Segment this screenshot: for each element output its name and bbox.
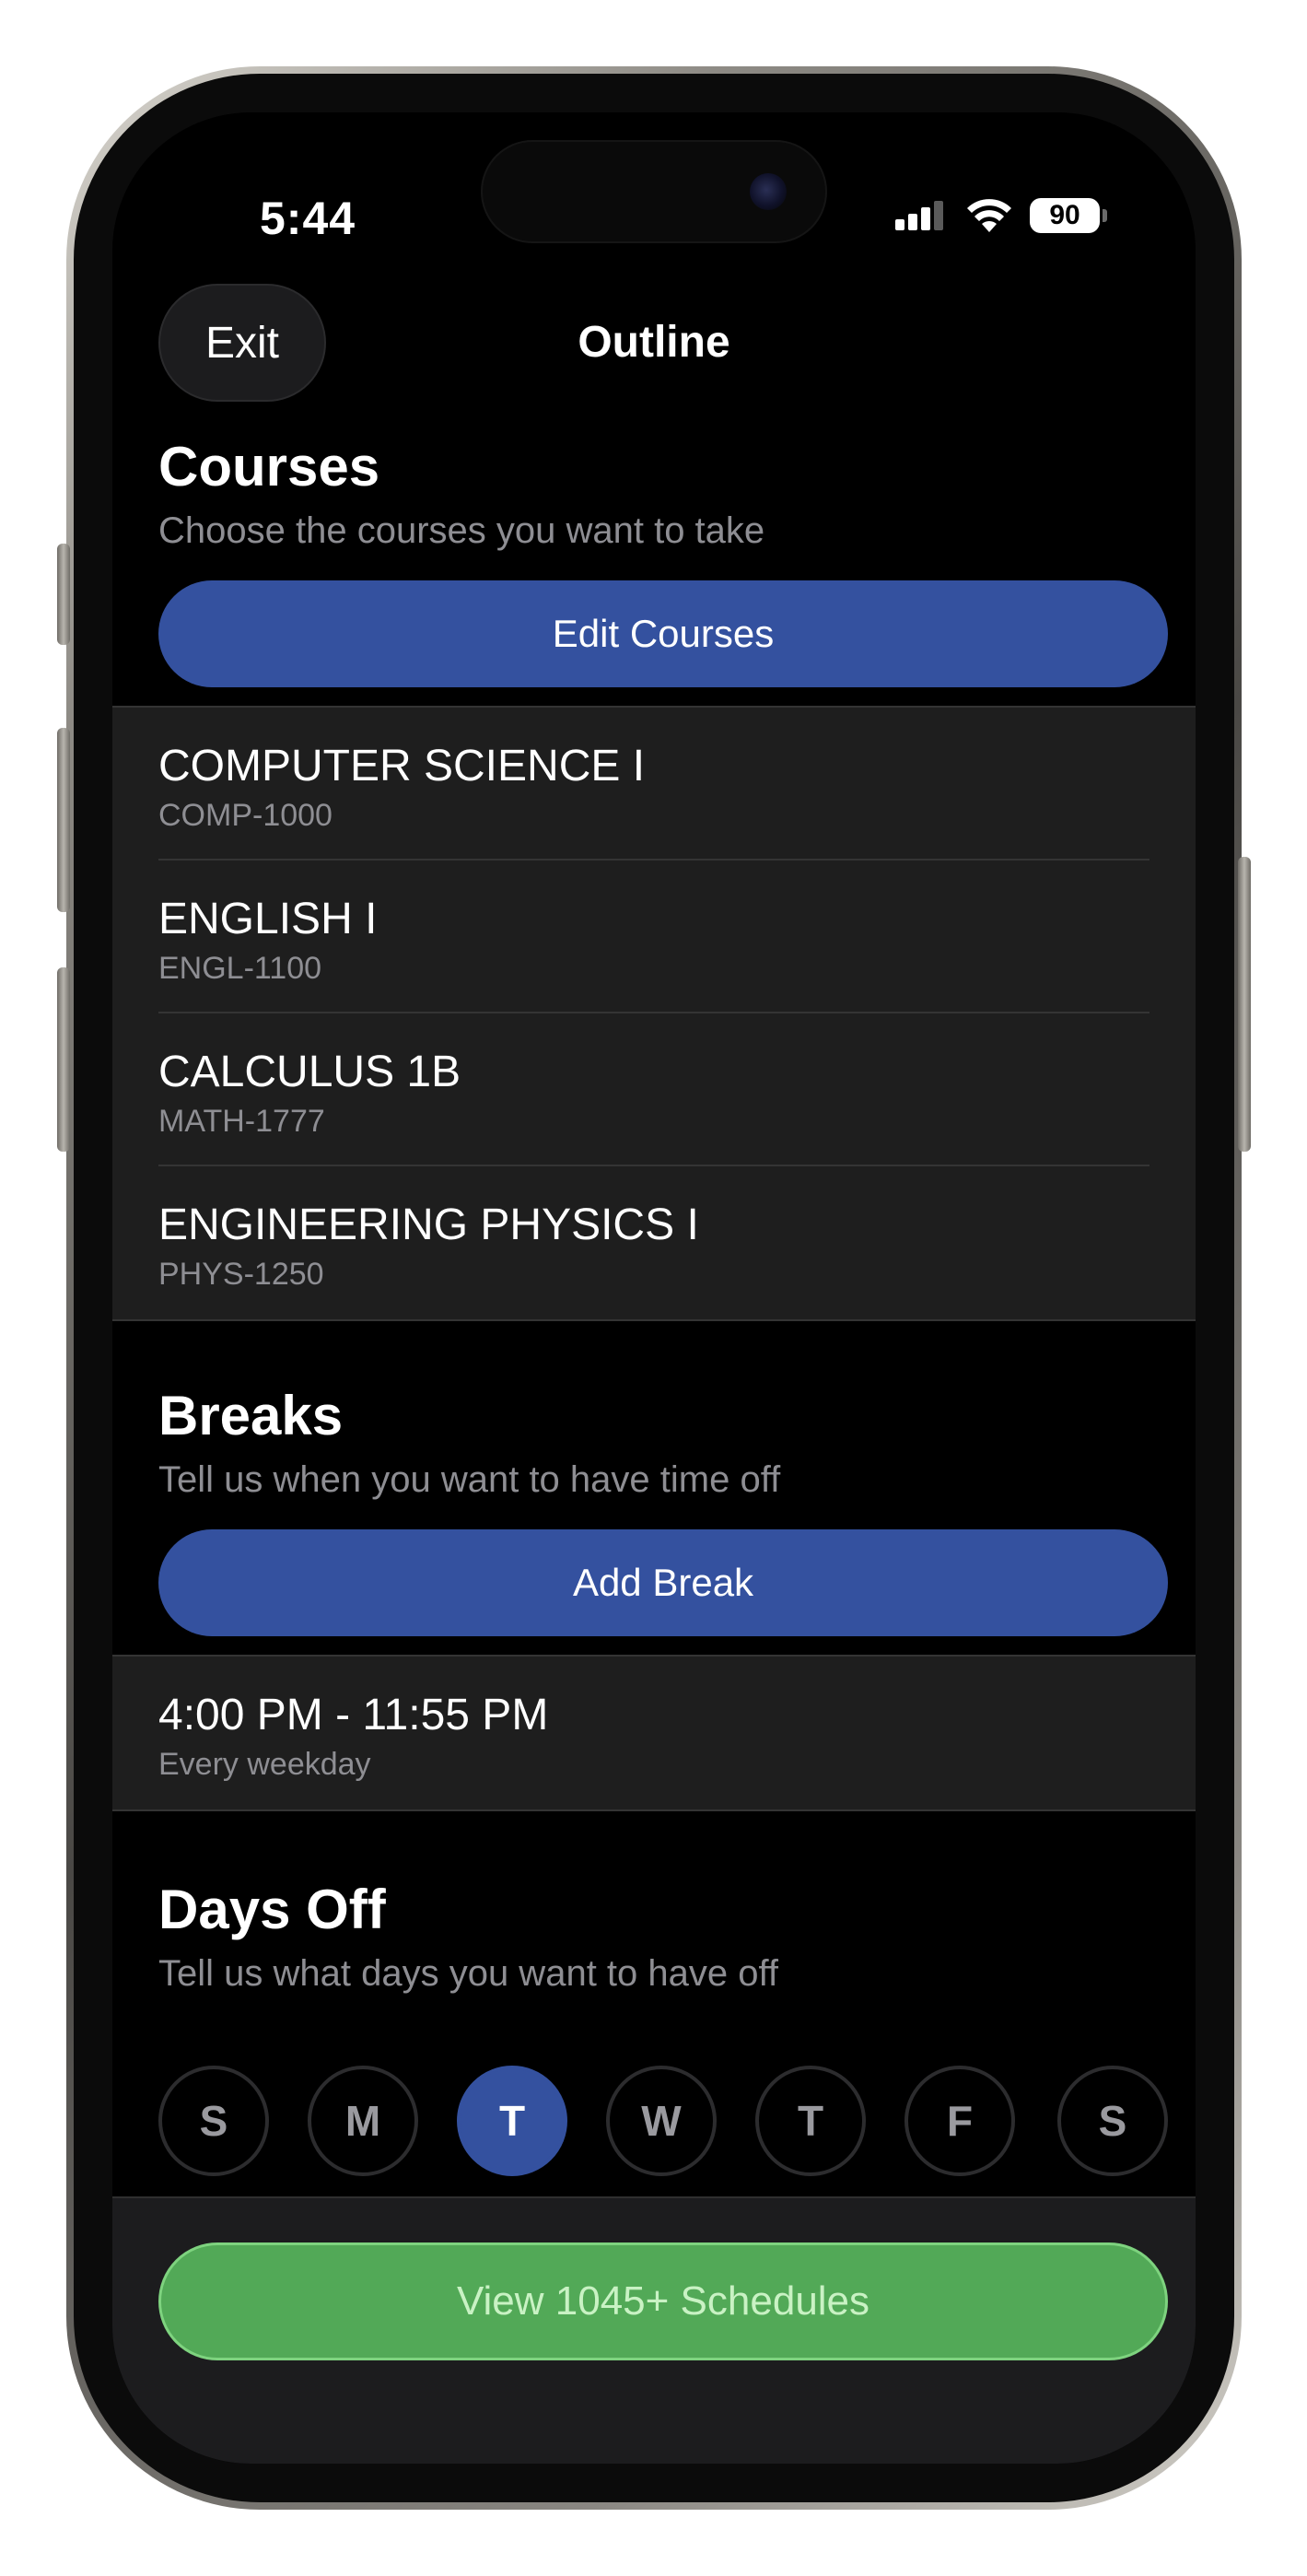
course-name: CALCULUS 1B	[158, 1048, 461, 1096]
day-toggle-saturday[interactable]: S	[1057, 2066, 1168, 2176]
view-schedules-button[interactable]: View 1045+ Schedules	[158, 2242, 1168, 2360]
break-repeat: Every weekday	[158, 1747, 371, 1782]
course-item[interactable]: ENGINEERING PHYSICS I PHYS-1250	[112, 1166, 1196, 1319]
power-button	[1238, 857, 1251, 1152]
app-screen: 5:44 90 Exit Outline Courses Choose the …	[112, 112, 1196, 2464]
battery-level: 90	[1049, 200, 1080, 230]
status-time: 5:44	[260, 193, 356, 244]
signal-icon	[895, 201, 943, 230]
day-toggle-sunday[interactable]: S	[158, 2066, 269, 2176]
edit-courses-button[interactable]: Edit Courses	[158, 580, 1168, 687]
volume-down-button	[57, 967, 70, 1152]
course-item[interactable]: CALCULUS 1B MATH-1777	[112, 1013, 1196, 1166]
breaks-title: Breaks	[158, 1385, 344, 1446]
break-list: 4:00 PM - 11:55 PM Every weekday	[112, 1655, 1196, 1811]
course-code: PHYS-1250	[158, 1257, 324, 1292]
battery-icon: 90	[1030, 198, 1107, 233]
day-toggle-wednesday[interactable]: W	[606, 2066, 717, 2176]
days-off-title: Days Off	[158, 1879, 386, 1940]
day-toggle-thursday[interactable]: T	[755, 2066, 866, 2176]
course-code: COMP-1000	[158, 798, 333, 833]
course-name: ENGINEERING PHYSICS I	[158, 1200, 699, 1249]
day-picker: S M T W T F S	[158, 2066, 1168, 2176]
course-name: COMPUTER SCIENCE I	[158, 742, 646, 790]
courses-subtitle: Choose the courses you want to take	[158, 510, 765, 551]
course-code: ENGL-1100	[158, 951, 322, 986]
volume-up-button	[57, 728, 70, 912]
day-toggle-monday[interactable]: M	[308, 2066, 418, 2176]
day-toggle-tuesday[interactable]: T	[457, 2066, 567, 2176]
bottom-bar: View 1045+ Schedules	[112, 2196, 1196, 2464]
course-list: COMPUTER SCIENCE I COMP-1000 ENGLISH I E…	[112, 706, 1196, 1321]
dynamic-island	[481, 140, 827, 243]
course-code: MATH-1777	[158, 1104, 325, 1139]
action-button	[57, 544, 70, 645]
days-off-subtitle: Tell us what days you want to have off	[158, 1953, 778, 1994]
course-item[interactable]: COMPUTER SCIENCE I COMP-1000	[112, 708, 1196, 861]
wifi-icon	[967, 199, 1011, 232]
breaks-subtitle: Tell us when you want to have time off	[158, 1459, 781, 1500]
status-icons: 90	[893, 197, 1107, 234]
break-time: 4:00 PM - 11:55 PM	[158, 1691, 549, 1739]
course-name: ENGLISH I	[158, 895, 378, 943]
add-break-button[interactable]: Add Break	[158, 1529, 1168, 1636]
day-toggle-friday[interactable]: F	[904, 2066, 1015, 2176]
course-item[interactable]: ENGLISH I ENGL-1100	[112, 861, 1196, 1013]
page-title: Outline	[578, 318, 730, 367]
break-item[interactable]: 4:00 PM - 11:55 PM Every weekday	[112, 1657, 1196, 1809]
courses-title: Courses	[158, 436, 380, 498]
camera-lens-icon	[750, 173, 787, 210]
